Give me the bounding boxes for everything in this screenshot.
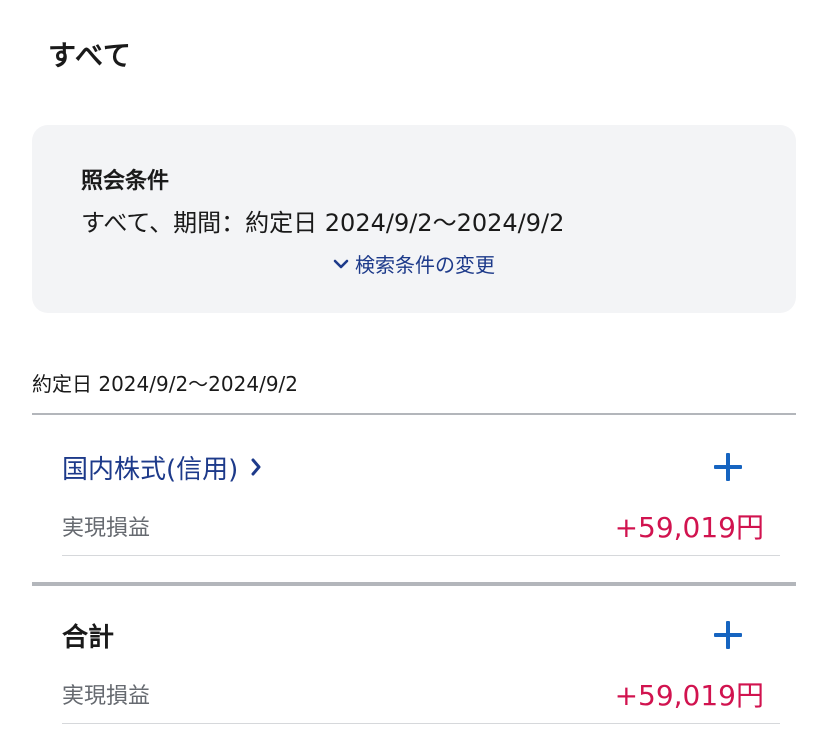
plus-icon[interactable]: [712, 451, 744, 483]
plus-icon[interactable]: [712, 619, 744, 651]
change-conditions-label: 検索条件の変更: [355, 253, 495, 277]
change-conditions-link[interactable]: 検索条件の変更: [32, 249, 796, 278]
realized-pl-label: 実現損益: [62, 516, 151, 541]
total-title: 合計: [62, 622, 115, 653]
conditions-title: 照会条件: [81, 169, 170, 194]
section-header: 合計: [62, 605, 780, 665]
divider: [32, 582, 796, 586]
chevron-right-icon: [251, 458, 261, 476]
page-title: すべて: [48, 39, 132, 72]
section-domestic-margin: 国内株式(信用) 実現損益 +59,019円: [62, 437, 780, 556]
realized-pl-value: +59,019円: [614, 679, 764, 712]
period-label: 約定日 2024/9/2～2024/9/2: [32, 372, 299, 396]
section-title: 国内株式(信用): [62, 454, 239, 485]
conditions-text: すべて、期間：約定日 2024/9/2～2024/9/2: [81, 209, 565, 237]
domestic-margin-link[interactable]: 国内株式(信用): [62, 449, 262, 486]
section-total: 合計 実現損益 +59,019円: [62, 605, 780, 724]
realized-pl-row: 実現損益 +59,019円: [62, 497, 780, 556]
section-header: 国内株式(信用): [62, 437, 780, 497]
search-conditions-panel: 照会条件 すべて、期間：約定日 2024/9/2～2024/9/2 検索条件の変…: [32, 125, 796, 313]
realized-pl-row: 実現損益 +59,019円: [62, 665, 780, 724]
realized-pl-label: 実現損益: [62, 684, 151, 709]
divider: [32, 413, 796, 415]
realized-pl-value: +59,019円: [614, 511, 764, 544]
chevron-down-icon: [333, 259, 349, 268]
